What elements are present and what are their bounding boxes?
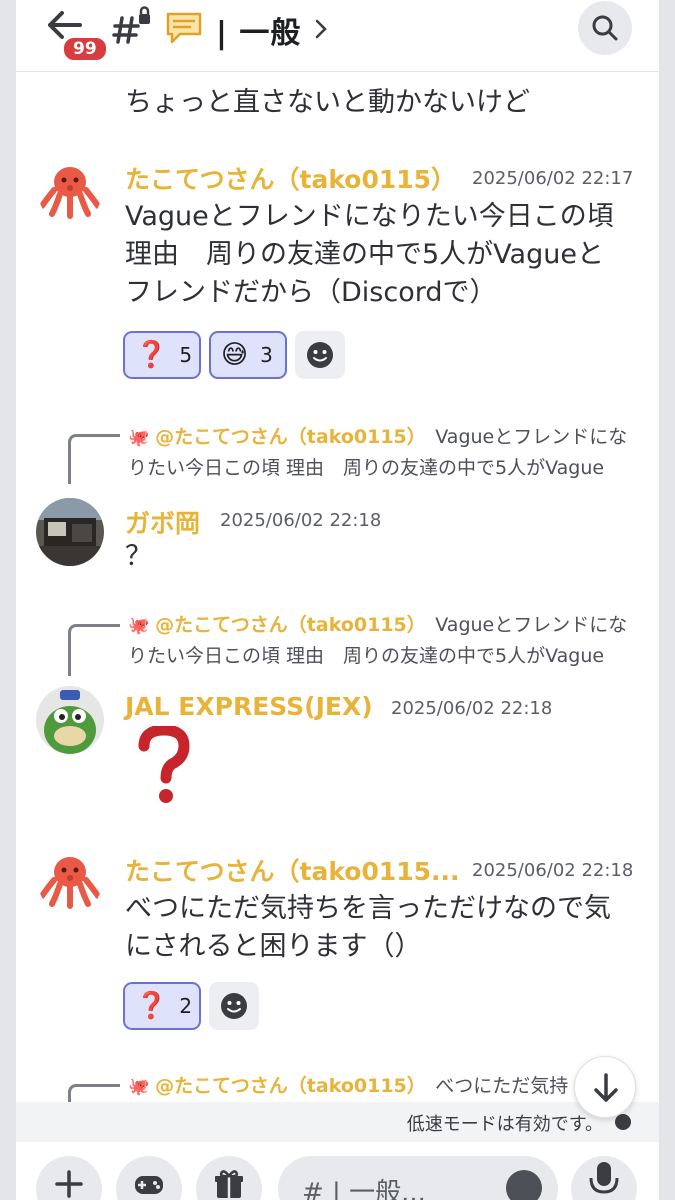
unread-badge: 99 bbox=[62, 36, 108, 62]
reply-preview[interactable]: 🐙 @たこてつさん（tako0115） Vagueとフレンドになりたい今日この頃 … bbox=[128, 610, 638, 671]
message-input[interactable]: # | 一般... bbox=[278, 1156, 558, 1200]
message-timestamp: 2025/06/02 22:18 bbox=[472, 860, 634, 881]
reaction-sweat-smile[interactable]: 😅 3 bbox=[209, 331, 287, 379]
activities-button[interactable] bbox=[116, 1156, 182, 1200]
message-timestamp: 2025/06/02 22:17 bbox=[472, 168, 634, 189]
composer-bar: # | 一般... bbox=[16, 1142, 659, 1200]
question-mark-icon bbox=[138, 724, 190, 803]
reply-connector bbox=[68, 434, 120, 484]
octopus-mini-icon: 🐙 bbox=[128, 1077, 150, 1097]
message-author[interactable]: ガボ岡 bbox=[125, 504, 200, 540]
message-author[interactable]: たこてつさん（tako0115） bbox=[125, 160, 456, 196]
reply-snippet: べつにただ気持ち bbox=[435, 1075, 568, 1097]
reaction-count: 5 bbox=[179, 343, 193, 367]
left-frame bbox=[0, 0, 16, 1200]
smiley-add-icon bbox=[307, 342, 333, 368]
chevron-right-icon[interactable] bbox=[314, 18, 328, 40]
green-character-avatar-icon bbox=[36, 686, 104, 754]
message-author[interactable]: たこてつさん（tako0115... bbox=[125, 852, 460, 888]
message-timestamp: 2025/06/02 22:18 bbox=[220, 510, 382, 531]
message-input-placeholder: # | 一般... bbox=[302, 1178, 426, 1200]
channel-hash-lock-icon bbox=[112, 6, 152, 46]
gamepad-icon bbox=[135, 1176, 163, 1194]
voice-message-button[interactable] bbox=[571, 1156, 637, 1200]
right-frame bbox=[659, 0, 675, 1200]
reply-preview[interactable]: 🐙 @たこてつさん（tako0115） Vagueとフレンドになりたい今日この頃 … bbox=[128, 422, 638, 483]
question-mark-icon: ❓ bbox=[135, 340, 168, 370]
timer-icon bbox=[615, 1114, 631, 1130]
gift-icon bbox=[215, 1170, 243, 1198]
question-mark-icon: ❓ bbox=[135, 991, 168, 1021]
emoji-picker-icon[interactable] bbox=[506, 1170, 542, 1200]
message-text: Vagueとフレンドになりたい今日この頃 理由 周りの友達の中で5人がVague… bbox=[125, 201, 614, 308]
avatar[interactable] bbox=[38, 160, 102, 224]
sweat-smile-icon: 😅 bbox=[221, 340, 249, 370]
slowmode-banner: 低速モードは有効です。 bbox=[16, 1102, 659, 1142]
smiley-add-icon bbox=[221, 993, 247, 1019]
octopus-avatar-icon bbox=[39, 167, 101, 219]
avatar[interactable] bbox=[38, 850, 102, 914]
reply-mention: @たこてつさん（tako0115） bbox=[155, 1075, 417, 1097]
add-attachment-button[interactable] bbox=[36, 1156, 102, 1200]
reaction-question[interactable]: ❓ 5 bbox=[123, 331, 201, 379]
chat-bubble-icon bbox=[164, 10, 204, 46]
reaction-count: 2 bbox=[179, 994, 193, 1018]
reaction-count: 3 bbox=[260, 343, 273, 367]
avatar[interactable] bbox=[36, 686, 104, 754]
avatar[interactable] bbox=[36, 498, 104, 566]
reaction-question[interactable]: ❓ 2 bbox=[123, 982, 201, 1030]
add-reaction-button[interactable] bbox=[295, 331, 345, 379]
search-icon bbox=[592, 15, 618, 41]
reply-mention: @たこてつさん（tako0115） bbox=[155, 426, 417, 448]
chat-page: 99 | 一般 ちょっと直さないと動かないけど たこてつさん（tako0115）… bbox=[16, 0, 659, 1200]
reply-mention: @たこてつさん（tako0115） bbox=[155, 614, 417, 636]
add-reaction-button[interactable] bbox=[209, 982, 259, 1030]
channel-title[interactable]: | 一般 bbox=[216, 8, 301, 52]
reply-connector bbox=[68, 1084, 120, 1104]
reply-preview[interactable]: 🐙@たこてつさん（tako0115） べつにただ気持ち bbox=[128, 1071, 568, 1102]
octopus-mini-icon: 🐙 bbox=[128, 428, 150, 448]
message-timestamp: 2025/06/02 22:18 bbox=[391, 698, 553, 719]
arrow-down-icon bbox=[594, 1073, 618, 1102]
photo-avatar-icon bbox=[36, 498, 104, 566]
message-text: べつにただ気持ちを言っただけなので気にされると困ります（） bbox=[125, 893, 611, 962]
message-text: ちょっと直さないと動かないけど bbox=[125, 87, 530, 118]
microphone-icon bbox=[589, 1162, 619, 1194]
message-author[interactable]: JAL EXPRESS(JEX) bbox=[125, 692, 373, 721]
search-button[interactable] bbox=[578, 1, 632, 55]
channel-header: 99 | 一般 bbox=[16, 0, 659, 72]
scroll-to-bottom-button[interactable] bbox=[574, 1056, 636, 1118]
plus-icon bbox=[55, 1170, 83, 1198]
octopus-avatar-icon bbox=[39, 857, 101, 909]
slowmode-text: 低速モードは有効です。 bbox=[406, 1114, 603, 1135]
reply-connector bbox=[68, 624, 120, 676]
gift-button[interactable] bbox=[196, 1156, 262, 1200]
octopus-mini-icon: 🐙 bbox=[128, 616, 150, 636]
question-mark-sticker bbox=[136, 724, 192, 806]
message-text: ？ bbox=[125, 541, 152, 572]
